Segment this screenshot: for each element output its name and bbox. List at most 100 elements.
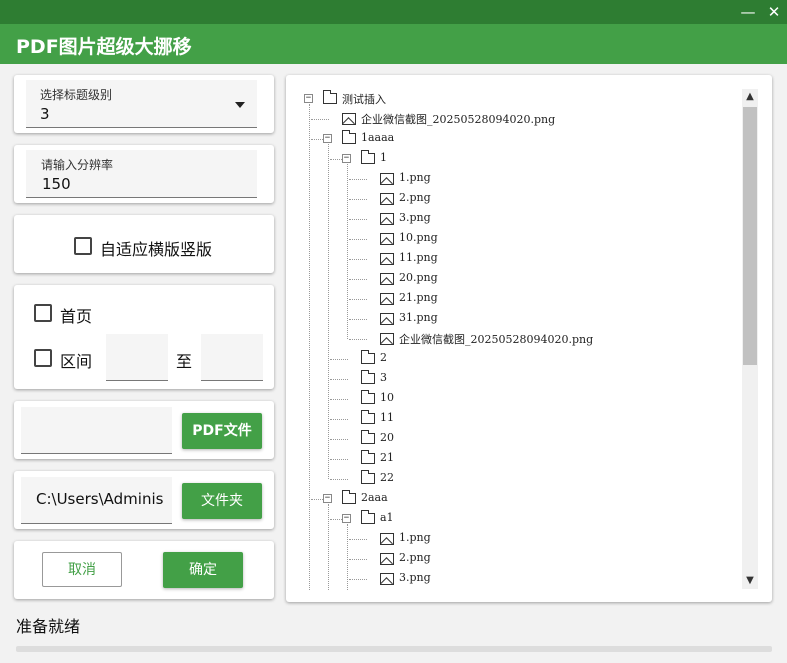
tree-file-node[interactable]: 3.png [286,209,726,229]
tree-folder-node[interactable]: 22 [286,469,726,489]
pdf-file-button[interactable]: PDF文件 [182,413,262,449]
heading-level-select[interactable]: 选择标题级别 3 [26,80,257,128]
image-icon [380,233,394,245]
tree-folder-node[interactable]: 20 [286,429,726,449]
tree-folder-node[interactable]: − 测试插入 [286,89,726,109]
tree-connector [330,419,348,420]
tree-node-label: 21.png [399,291,438,304]
tree-node-label: 2aaa [361,491,388,504]
auto-orient-checkbox[interactable] [74,237,92,255]
tree-guide-line [309,104,310,590]
tree-guide-line [347,164,348,339]
tree-guide-line [347,524,348,590]
tree-connector [311,119,329,120]
tree-folder-node[interactable]: − 1aaaa [286,129,726,149]
folder-path-input[interactable]: C:\Users\Adminis [21,477,172,524]
chevron-up-icon[interactable]: ▲ [742,89,758,105]
tree-connector [349,299,367,300]
folder-icon [361,450,375,464]
heading-level-label: 选择标题级别 [40,88,113,102]
tree-node-label: a1 [380,511,394,524]
folder-icon [361,370,375,384]
tree-node-label: 21 [380,451,394,464]
tree-scrollbar[interactable]: ▲ ▼ [742,89,758,589]
tree-file-node[interactable]: 31.png [286,309,726,329]
image-icon [380,173,394,185]
pdf-path-input[interactable] [21,407,172,454]
heading-level-card: 选择标题级别 3 [14,75,274,133]
tree-file-node[interactable]: 1.png [286,529,726,549]
tree-connector [330,359,348,360]
tree-connector [349,539,367,540]
tree-file-node[interactable]: 1.png [286,169,726,189]
chevron-down-icon[interactable]: ▼ [742,573,758,589]
tree-node-label: 企业微信截图_20250528094020.png [399,333,594,346]
image-icon [380,333,394,345]
folder-icon [361,410,375,424]
tree-folder-node[interactable]: 2 [286,349,726,369]
tree-folder-node[interactable]: 3 [286,369,726,389]
scrollbar-thumb[interactable] [743,107,757,365]
tree-file-node[interactable]: 3.png [286,569,726,589]
heading-level-value: 3 [40,105,50,123]
tree-connector [330,439,348,440]
tree-connector [330,399,348,400]
range-checkbox[interactable] [34,349,52,367]
tree-file-node[interactable]: 21.png [286,289,726,309]
auto-orient-card: 自适应横版竖版 [14,215,274,273]
tree-connector [349,239,367,240]
range-to-label: 至 [176,352,193,371]
cancel-button[interactable]: 取消 [42,552,122,587]
close-button[interactable]: ✕ [764,2,784,22]
tree-connector [330,479,348,480]
tree-connector [349,199,367,200]
tree-file-node[interactable]: 10.png [286,229,726,249]
first-page-label: 首页 [60,307,93,326]
tree-file-node[interactable]: 企业微信截图_20250528094020.png [286,329,726,349]
image-icon [380,293,394,305]
tree-connector [349,279,367,280]
tree-node-label: 20 [380,431,394,444]
tree-connector [349,219,367,220]
tree-node-label: 2.png [399,551,431,564]
collapse-icon[interactable]: − [323,494,332,503]
folder-icon [361,150,375,164]
tree-folder-node[interactable]: 10 [286,389,726,409]
resolution-card: 请输入分辨率 150 [14,145,274,203]
tree-connector [330,379,348,380]
collapse-icon[interactable]: − [342,154,351,163]
tree-node-label: 10 [380,391,394,404]
tree-connector [349,319,367,320]
minimize-button[interactable]: — [738,2,758,22]
pdf-file-card: PDF文件 [14,401,274,459]
folder-icon [361,510,375,524]
collapse-icon[interactable]: − [342,514,351,523]
tree-folder-node[interactable]: − 2aaa [286,489,726,509]
tree-file-node[interactable]: 2.png [286,189,726,209]
tree-connector [330,459,348,460]
tree-file-node[interactable]: 企业微信截图_20250528094020.png [286,109,726,129]
tree-folder-node[interactable]: 21 [286,449,726,469]
folder-icon [342,130,356,144]
tree-node-label: 企业微信截图_20250528094020.png [361,113,556,126]
image-icon [380,253,394,265]
folder-icon [361,470,375,484]
tree-file-node[interactable]: 11.png [286,249,726,269]
resolution-input[interactable]: 请输入分辨率 150 [26,150,257,198]
range-to-input[interactable] [201,334,263,381]
tree-file-node[interactable]: 2.png [286,549,726,569]
tree-node-label: 1.png [399,531,431,544]
folder-button[interactable]: 文件夹 [182,483,262,519]
tree-folder-node[interactable]: −1 [286,149,726,169]
tree-folder-node[interactable]: − a1 [286,509,726,529]
folder-icon [342,490,356,504]
tree-file-node[interactable]: 20.png [286,269,726,289]
tree-folder-node[interactable]: 11 [286,409,726,429]
file-tree[interactable]: − 测试插入 企业微信截图_20250528094020.png −1aaaa −1 1.… [286,75,736,590]
first-page-checkbox[interactable] [34,304,52,322]
range-from-input[interactable] [106,334,168,381]
tree-connector [349,339,367,340]
collapse-icon[interactable]: − [323,134,332,143]
collapse-icon[interactable]: − [304,94,313,103]
ok-button[interactable]: 确定 [163,552,243,588]
